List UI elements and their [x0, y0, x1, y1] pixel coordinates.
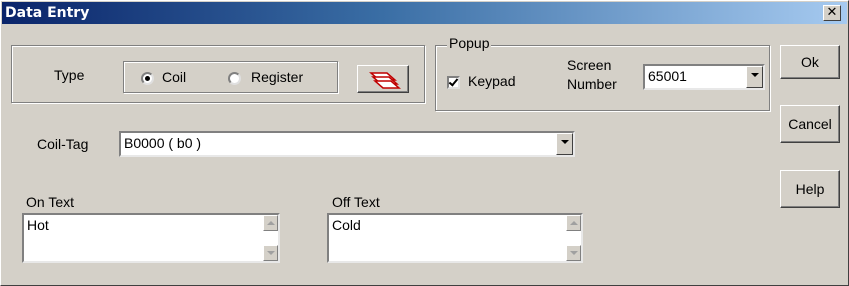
coil-tag-value: B0000 ( b0 ) [124, 135, 202, 151]
on-text-value: Hot [27, 217, 49, 233]
chevron-down-icon[interactable] [556, 133, 573, 155]
scroll-down-icon[interactable] [263, 245, 278, 261]
keypad-checkbox[interactable] [447, 76, 460, 89]
on-text-textarea[interactable]: Hot [22, 213, 280, 263]
chevron-down-icon[interactable] [746, 66, 763, 88]
copy-pages-icon [369, 72, 401, 89]
off-text-textarea[interactable]: Cold [327, 213, 583, 263]
close-icon: ✕ [826, 5, 838, 20]
cancel-label: Cancel [788, 116, 832, 132]
title-bar[interactable]: Data Entry ✕ [2, 2, 847, 24]
help-button[interactable]: Help [780, 170, 840, 208]
screen-number-select[interactable]: 65001 [643, 64, 765, 90]
data-entry-dialog: Data Entry ✕ Type Coil Register Popup Ke… [0, 0, 849, 286]
screen-number-label-line2: Number [567, 76, 617, 92]
popup-legend: Popup [447, 35, 492, 51]
keypad-label[interactable]: Keypad [468, 73, 515, 89]
scroll-up-icon[interactable] [566, 215, 581, 231]
help-label: Help [795, 181, 825, 197]
screen-number-value: 65001 [648, 68, 687, 84]
coil-tag-select[interactable]: B0000 ( b0 ) [119, 131, 575, 157]
ok-button[interactable]: Ok [780, 45, 840, 79]
off-text-label: Off Text [332, 194, 380, 210]
close-button[interactable]: ✕ [823, 5, 841, 21]
coil-tag-label: Coil-Tag [37, 136, 89, 152]
screen-number-label-line1: Screen [567, 57, 612, 73]
type-label: Type [54, 67, 85, 83]
scroll-down-icon[interactable] [566, 245, 581, 261]
register-radio[interactable] [228, 72, 241, 85]
register-radio-label[interactable]: Register [251, 69, 303, 85]
on-text-label: On Text [26, 194, 74, 210]
cancel-button[interactable]: Cancel [780, 105, 840, 143]
coil-radio-label[interactable]: Coil [162, 69, 186, 85]
ok-label: Ok [801, 54, 819, 70]
off-text-value: Cold [332, 217, 361, 233]
coil-radio[interactable] [141, 72, 154, 85]
copy-button[interactable] [357, 65, 409, 93]
dialog-title: Data Entry [5, 5, 90, 21]
scroll-up-icon[interactable] [263, 215, 278, 231]
